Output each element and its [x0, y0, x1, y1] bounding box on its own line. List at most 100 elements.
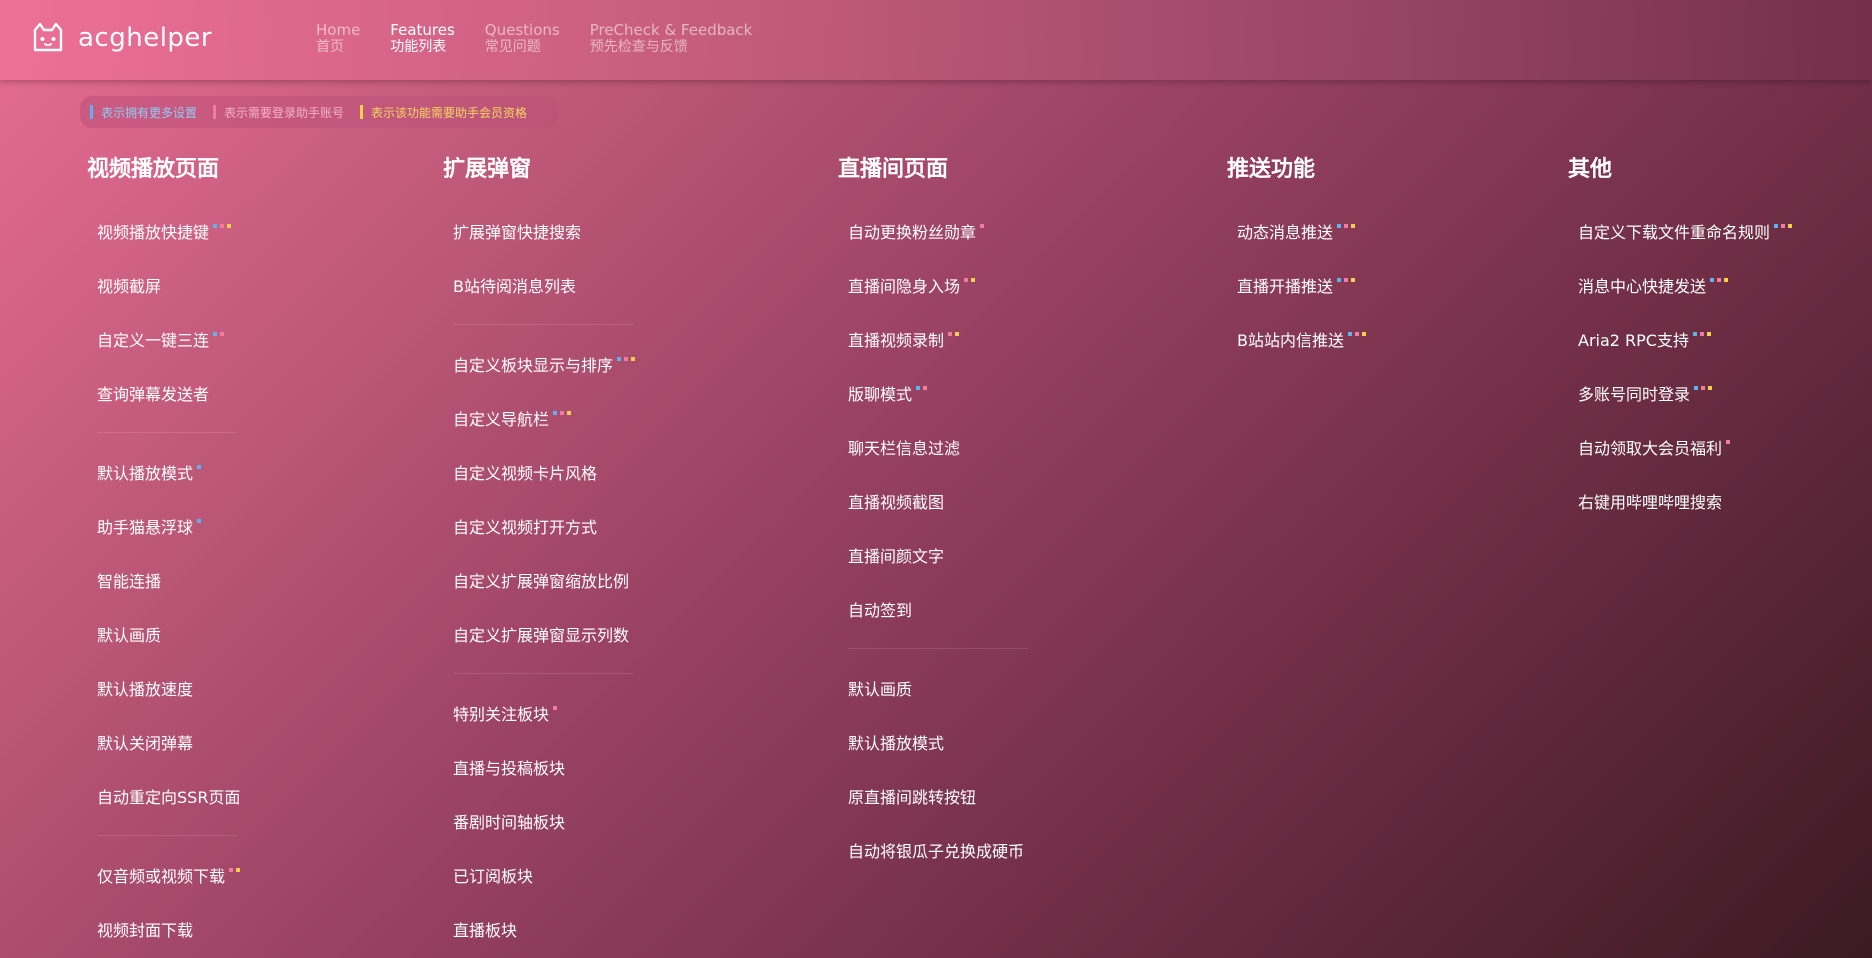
top-navigation-bar: acghelper Home 首页 Features 功能列表 Question…	[0, 0, 1872, 80]
group-divider	[97, 835, 237, 836]
feature-item[interactable]: Aria2 RPC支持	[1568, 312, 1792, 366]
feature-item[interactable]: 自动签到	[838, 582, 1028, 636]
feature-item[interactable]: 默认关闭弹幕	[87, 715, 240, 769]
mark-pink-icon	[560, 411, 565, 415]
feature-item[interactable]: 默认播放模式	[87, 445, 240, 499]
feature-marks	[1694, 386, 1713, 390]
feature-item[interactable]: 默认播放模式	[838, 715, 1028, 769]
feature-item[interactable]: 自动更换粉丝勋章	[838, 204, 1028, 258]
feature-item[interactable]: 特别关注板块	[443, 686, 635, 740]
feature-item[interactable]: 番剧时间轴板块	[443, 794, 635, 848]
feature-marks	[1337, 278, 1356, 282]
column-title: 扩展弹窗	[443, 157, 532, 182]
feature-item[interactable]: 扩展弹窗快捷搜索	[443, 204, 635, 258]
feature-label: 右键用哔哩哔哩搜索	[1578, 493, 1723, 512]
feature-item[interactable]: 已订阅板块	[443, 848, 635, 902]
feature-label: 自定义扩展弹窗显示列数	[453, 626, 630, 645]
mark-blue-icon	[213, 332, 218, 336]
feature-item[interactable]: 自定义导航栏	[443, 391, 635, 445]
feature-item[interactable]: 查询弹幕发送者	[87, 366, 240, 420]
feature-item[interactable]: 自定义视频打开方式	[443, 499, 635, 553]
mark-yellow-icon	[1361, 332, 1366, 336]
mark-pink-icon	[1344, 278, 1349, 282]
feature-marks	[553, 706, 558, 710]
feature-item[interactable]: 直播板块	[443, 902, 635, 956]
feature-item[interactable]: 自定义下载文件重命名规则	[1568, 204, 1793, 258]
feature-item[interactable]: 直播视频截图	[838, 474, 1028, 528]
nav-questions-zh: 常见问题	[484, 39, 541, 55]
feature-item[interactable]: 直播与投稿板块	[443, 740, 635, 794]
feature-item[interactable]: 直播间隐身入场	[838, 258, 1028, 312]
feature-item[interactable]: 自定义扩展弹窗缩放比例	[443, 553, 635, 607]
mark-pink-icon	[220, 224, 225, 228]
mark-blue-icon	[1710, 278, 1715, 282]
feature-item[interactable]: 默认画质	[87, 607, 240, 661]
nav-home[interactable]: Home 首页	[316, 22, 360, 56]
mark-blue-icon	[197, 519, 202, 523]
feature-item[interactable]: 直播视频录制	[838, 312, 1028, 366]
feature-item[interactable]: 聊天栏信息过滤	[838, 420, 1028, 474]
feature-list: 自定义下载文件重命名规则消息中心快捷发送 Aria2 RPC支持 多账号同时登录 自动…	[1568, 204, 1793, 528]
feature-item[interactable]: B站待阅消息列表	[443, 258, 635, 312]
feature-item[interactable]: 多账号同时登录	[1568, 366, 1792, 420]
mark-blue-icon	[1774, 224, 1779, 228]
feature-list: 视频播放快捷键视频截屏自定义一键三连查询弹幕发送者 默认播放模式 助手猫悬浮球 智能连…	[87, 204, 240, 956]
mark-yellow-icon	[1706, 332, 1711, 336]
nav-home-zh: 首页	[316, 39, 344, 55]
mark-yellow-icon	[236, 868, 241, 872]
feature-item[interactable]: 自定义扩展弹窗显示列数	[443, 607, 635, 661]
feature-item[interactable]: 自动重定向SSR页面	[87, 769, 240, 823]
feature-label: 自定义视频卡片风格	[453, 464, 598, 483]
feature-marks	[916, 386, 928, 390]
feature-label: 视频截屏	[97, 277, 162, 296]
logo[interactable]: acghelper	[30, 20, 212, 56]
mark-blue-icon	[1347, 332, 1352, 336]
feature-marks	[980, 224, 985, 228]
mark-pink-icon	[964, 278, 969, 282]
feature-item[interactable]: 仅音频或视频下载	[87, 848, 241, 902]
column-title: 视频播放页面	[87, 157, 220, 182]
nav-home-en: Home	[316, 21, 361, 39]
feature-item[interactable]: 视频截屏	[87, 258, 240, 312]
feature-item[interactable]: 视频封面下载	[87, 902, 240, 956]
mark-blue-icon	[1337, 278, 1342, 282]
feature-item[interactable]: 版聊模式	[838, 366, 1028, 420]
feature-item[interactable]: 智能连播	[87, 553, 240, 607]
legend-blue-bar	[90, 105, 93, 119]
feature-item[interactable]: 自定义板块显示与排序	[443, 337, 636, 391]
feature-label: 特别关注板块	[453, 705, 550, 724]
feature-label: 默认关闭弹幕	[97, 734, 194, 753]
feature-label: 自动将银瓜子兑换成硬币	[848, 842, 1025, 861]
nav-features[interactable]: Features 功能列表	[390, 22, 455, 56]
feature-item[interactable]: 自定义一键三连	[87, 312, 240, 366]
feature-item[interactable]: 助手猫悬浮球	[87, 499, 240, 553]
feature-item[interactable]: 直播开播推送	[1227, 258, 1366, 312]
mark-blue-icon	[1337, 224, 1342, 228]
mark-yellow-icon	[955, 332, 960, 336]
mark-yellow-icon	[631, 357, 636, 361]
feature-item[interactable]: 默认画质	[838, 661, 1028, 715]
mark-pink-icon	[229, 868, 234, 872]
feature-marks	[213, 224, 232, 228]
feature-item[interactable]: 自定义视频卡片风格	[443, 445, 635, 499]
mark-pink-icon	[948, 332, 953, 336]
mark-pink-icon	[553, 706, 558, 710]
feature-item[interactable]: 视频播放快捷键	[87, 204, 240, 258]
feature-item[interactable]: 默认播放速度	[87, 661, 240, 715]
feature-item[interactable]: 直播间颜文字	[838, 528, 1028, 582]
feature-item[interactable]: 右键用哔哩哔哩搜索	[1568, 474, 1792, 528]
nav-questions[interactable]: Questions 常见问题	[485, 22, 560, 56]
feature-item[interactable]: 自动将银瓜子兑换成硬币	[838, 823, 1028, 877]
feature-label: 消息中心快捷发送	[1578, 277, 1707, 296]
feature-label: 自定义视频打开方式	[453, 518, 598, 537]
feature-item[interactable]: 消息中心快捷发送	[1568, 258, 1792, 312]
feature-item[interactable]: 动态消息推送	[1227, 204, 1366, 258]
feature-item[interactable]: 原直播间跳转按钮	[838, 769, 1028, 823]
mark-blue-icon	[1694, 386, 1699, 390]
nav-precheck-feedback[interactable]: PreCheck & Feedback 预先检查与反馈	[590, 22, 753, 56]
feature-item[interactable]: B站站内信推送	[1227, 312, 1366, 366]
feature-item[interactable]: 自动领取大会员福利	[1568, 420, 1792, 474]
main-nav: Home 首页 Features 功能列表 Questions 常见问题 Pre…	[316, 22, 752, 56]
nav-precheck-zh: 预先检查与反馈	[589, 39, 688, 55]
feature-label: 自定义一键三连	[97, 331, 210, 350]
